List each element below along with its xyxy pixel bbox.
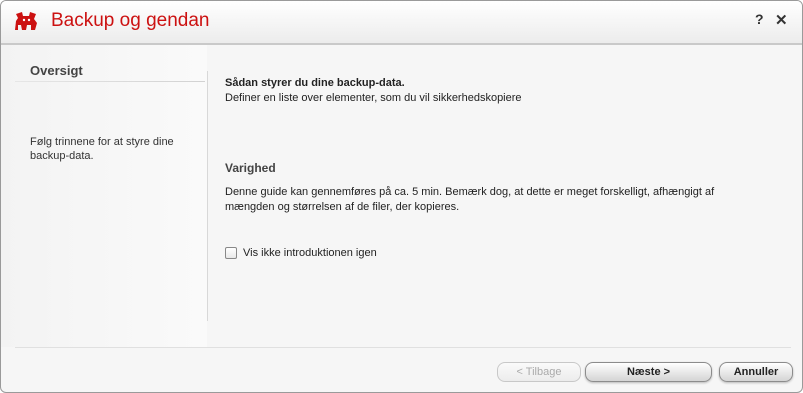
bug-logo-icon (15, 12, 37, 30)
sidebar-heading: Oversigt (30, 63, 83, 78)
duration-text: Denne guide kan gennemføres på ca. 5 min… (225, 186, 715, 213)
dont-show-intro-option[interactable]: Vis ikke introduktionen igen (225, 247, 377, 259)
cancel-button[interactable]: Annuller (719, 362, 793, 382)
window-title: Backup og gendan (51, 10, 210, 31)
backup-dialog: Backup og gendan ? ✕ Oversigt Følg trinn… (0, 0, 803, 393)
sidebar-description: Følg trinnene for at styre dine backup-d… (30, 136, 174, 162)
duration-heading: Varighed (225, 161, 276, 175)
back-button[interactable]: < Tilbage (497, 362, 581, 382)
sidebar-divider (15, 81, 205, 82)
close-icon[interactable]: ✕ (775, 11, 788, 29)
main-title: Sådan styrer du dine backup-data. (225, 77, 405, 89)
dont-show-intro-checkbox[interactable] (225, 247, 237, 259)
vertical-divider (207, 71, 208, 321)
sidebar (1, 45, 207, 347)
next-button[interactable]: Næste > (585, 362, 712, 382)
main-subtitle: Definer en liste over elementer, som du … (225, 92, 522, 104)
footer-divider (15, 347, 791, 348)
dont-show-intro-label[interactable]: Vis ikke introduktionen igen (243, 247, 377, 259)
help-button[interactable]: ? (755, 11, 764, 27)
title-bar: Backup og gendan ? ✕ (1, 1, 802, 45)
